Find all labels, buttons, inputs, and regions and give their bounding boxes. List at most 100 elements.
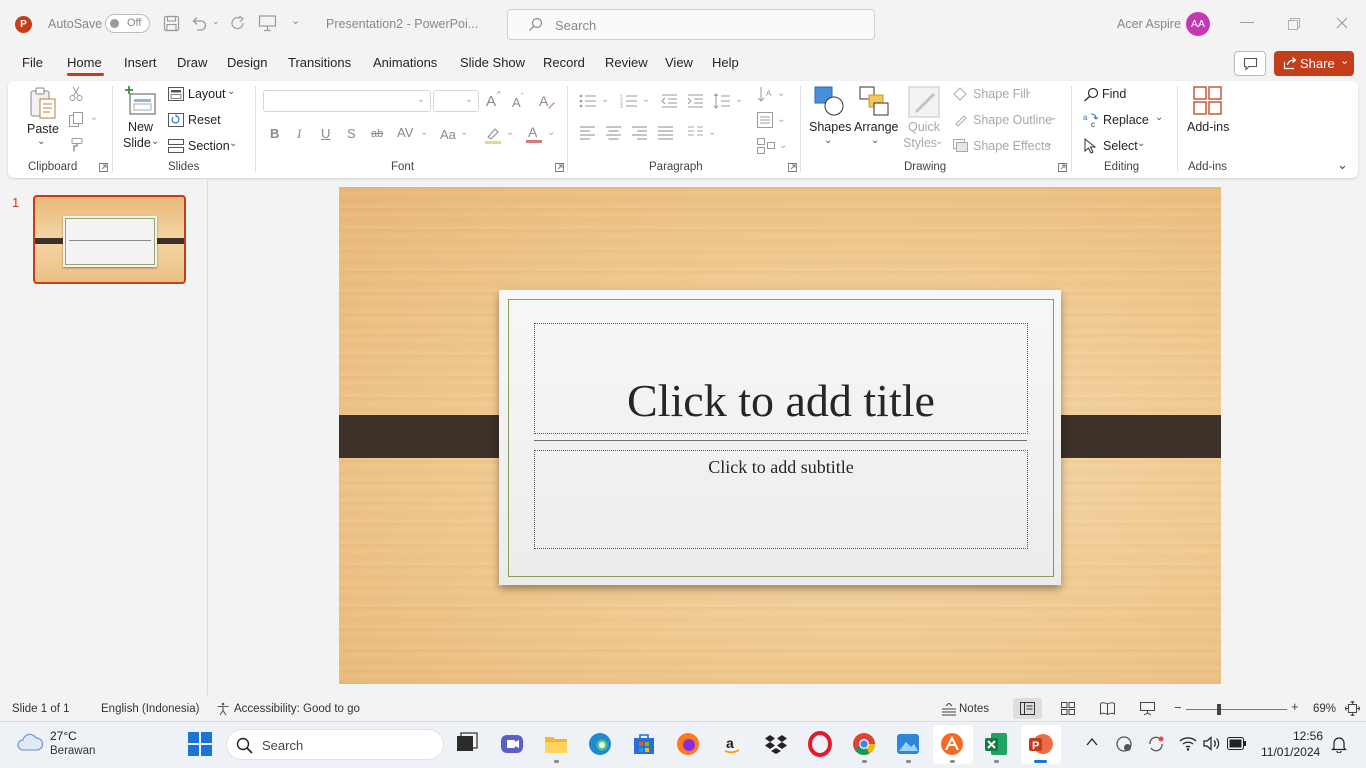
font-launcher-icon[interactable]	[555, 163, 564, 172]
notes-button[interactable]: Notes	[959, 703, 989, 715]
character-spacing-button[interactable]: AV	[397, 125, 413, 140]
title-placeholder[interactable]: Click to add title	[534, 323, 1028, 434]
font-color-dropdown-icon[interactable]: ⌄	[547, 127, 555, 138]
tab-home[interactable]: Home	[67, 55, 102, 70]
subtitle-placeholder[interactable]: Click to add subtitle	[534, 450, 1028, 549]
weather-temperature[interactable]: 27°C	[50, 729, 77, 743]
text-direction-dropdown-icon[interactable]: ⌄	[777, 88, 785, 99]
clear-formatting-icon[interactable]: A	[538, 92, 556, 110]
reset-button[interactable]: Reset	[168, 112, 228, 130]
present-from-start-icon[interactable]	[258, 14, 277, 32]
shape-effects-button[interactable]: Shape Effects ⌄	[953, 138, 1063, 156]
undo-icon[interactable]	[190, 15, 208, 32]
customize-toolbar-icon[interactable]: ⌄	[291, 14, 300, 27]
normal-view-button[interactable]	[1013, 698, 1042, 719]
copy-icon[interactable]	[68, 112, 84, 128]
tab-draw[interactable]: Draw	[177, 55, 207, 70]
align-left-icon[interactable]	[580, 126, 595, 140]
font-name-combo[interactable]: ⌄	[263, 90, 431, 112]
chrome-icon[interactable]	[851, 731, 877, 757]
weather-icon[interactable]	[16, 731, 44, 753]
tab-transitions[interactable]: Transitions	[288, 55, 351, 70]
autosave-toggle[interactable]: Off	[105, 14, 150, 33]
add-ins-button[interactable]: Add-ins	[1185, 86, 1231, 136]
increase-indent-icon[interactable]	[687, 94, 704, 108]
highlight-color-icon[interactable]	[484, 126, 502, 144]
strikethrough-button[interactable]: ab	[371, 128, 383, 140]
paste-button[interactable]: Paste ⌄	[22, 86, 62, 152]
minimize-icon[interactable]: —	[1240, 13, 1254, 29]
chat-app-icon[interactable]	[499, 731, 525, 757]
font-size-combo[interactable]: ⌄	[433, 90, 479, 112]
select-button[interactable]: Select ⌄	[1083, 138, 1153, 156]
underline-button[interactable]: U	[321, 126, 330, 141]
tab-animations[interactable]: Animations	[373, 55, 437, 70]
task-view-icon[interactable]	[455, 731, 481, 757]
notes-icon[interactable]	[942, 703, 956, 716]
decrease-indent-icon[interactable]	[661, 94, 678, 108]
line-spacing-dropdown-icon[interactable]: ⌄	[735, 94, 743, 105]
change-case-button[interactable]: Aa	[440, 127, 456, 142]
new-slide-dropdown-icon[interactable]: ⌄	[151, 136, 159, 147]
maximize-icon[interactable]	[1288, 18, 1300, 30]
tab-view[interactable]: View	[665, 55, 693, 70]
volume-icon[interactable]	[1203, 736, 1221, 751]
save-icon[interactable]	[163, 15, 180, 32]
redo-icon[interactable]	[229, 14, 247, 32]
tab-file[interactable]: File	[22, 55, 43, 70]
file-explorer-icon[interactable]	[543, 731, 569, 757]
share-button[interactable]: Share ⌄	[1274, 51, 1354, 76]
comments-button[interactable]	[1234, 51, 1266, 76]
align-right-icon[interactable]	[632, 126, 647, 140]
battery-icon[interactable]	[1227, 737, 1247, 750]
arrange-button[interactable]: Arrange ⌄	[853, 86, 899, 152]
font-color-icon[interactable]: A	[525, 124, 543, 144]
tab-insert[interactable]: Insert	[124, 55, 157, 70]
undo-dropdown-icon[interactable]: ⌄	[212, 16, 220, 27]
character-spacing-dropdown-icon[interactable]: ⌄	[420, 127, 428, 138]
columns-dropdown-icon[interactable]: ⌄	[708, 127, 716, 138]
cut-icon[interactable]	[68, 86, 84, 102]
fit-to-window-icon[interactable]	[1345, 701, 1360, 716]
find-button[interactable]: Find	[1083, 86, 1143, 104]
align-center-icon[interactable]	[606, 126, 621, 140]
columns-icon[interactable]	[688, 126, 703, 140]
layout-button[interactable]: Layout ⌄	[168, 86, 238, 104]
tab-design[interactable]: Design	[227, 55, 267, 70]
dropbox-icon[interactable]	[763, 731, 789, 757]
slide-sorter-icon[interactable]	[1061, 702, 1075, 715]
microsoft-store-icon[interactable]	[631, 731, 657, 757]
justify-icon[interactable]	[658, 126, 673, 140]
opera-icon[interactable]	[807, 731, 833, 757]
zoom-out-icon[interactable]: −	[1174, 700, 1182, 715]
numbering-dropdown-icon[interactable]: ⌄	[642, 94, 650, 105]
powerpoint-taskbar-icon[interactable]: P	[1027, 731, 1053, 757]
collapse-ribbon-icon[interactable]: ⌄	[1337, 157, 1348, 173]
smartart-icon[interactable]	[757, 138, 775, 154]
copy-dropdown-icon[interactable]: ⌄	[90, 112, 98, 123]
line-spacing-icon[interactable]	[713, 93, 731, 109]
change-case-dropdown-icon[interactable]: ⌄	[460, 127, 468, 138]
align-text-icon[interactable]	[757, 112, 773, 128]
slideshow-view-icon[interactable]	[1140, 701, 1155, 716]
slide-canvas[interactable]: Click to add title Click to add subtitle	[339, 187, 1221, 684]
weather-description[interactable]: Berawan	[50, 745, 95, 757]
clock-date[interactable]: 11/01/2024	[1261, 745, 1320, 759]
taskbar-search[interactable]: Search	[226, 729, 444, 760]
search-box[interactable]: Search	[507, 9, 875, 40]
accessibility-icon[interactable]	[216, 702, 230, 716]
snip-tool-icon[interactable]	[939, 731, 965, 757]
paste-dropdown-icon[interactable]: ⌄	[37, 136, 45, 147]
clipboard-launcher-icon[interactable]	[99, 163, 108, 172]
user-avatar[interactable]: AA	[1186, 12, 1210, 36]
security-tray-icon[interactable]	[1115, 735, 1133, 753]
bullets-dropdown-icon[interactable]: ⌄	[601, 94, 609, 105]
edge-browser-icon[interactable]	[587, 731, 613, 757]
paragraph-launcher-icon[interactable]	[788, 163, 797, 172]
reading-view-icon[interactable]	[1100, 702, 1115, 715]
align-text-dropdown-icon[interactable]: ⌄	[777, 114, 785, 125]
close-icon[interactable]	[1336, 17, 1348, 29]
show-hidden-icons-icon[interactable]	[1086, 737, 1098, 747]
format-painter-icon[interactable]	[68, 137, 84, 153]
zoom-percentage[interactable]: 69%	[1313, 703, 1336, 715]
